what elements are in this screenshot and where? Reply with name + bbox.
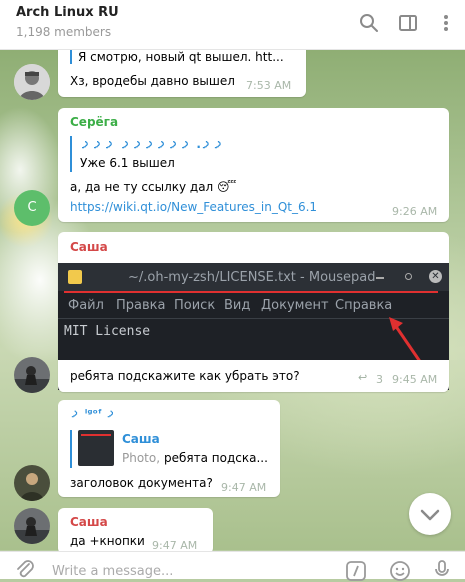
reply-preview-text[interactable]: ребята подска... xyxy=(164,451,268,465)
message-text: заголовок документа? xyxy=(70,476,213,490)
reply-type: Photo, xyxy=(122,451,161,465)
member-count: 1,198 members xyxy=(16,25,112,39)
chevron-down-icon xyxy=(420,509,440,521)
red-underline-annotation xyxy=(64,291,438,293)
message-text: ребята подскажите как убрать это? xyxy=(70,369,300,383)
message-author[interactable]: Саша xyxy=(70,240,108,254)
menu-item: Вид xyxy=(224,298,251,313)
chat-title[interactable]: Arch Linux RU xyxy=(16,5,119,20)
reply-quote-bar xyxy=(70,48,72,64)
notepad-icon xyxy=(68,270,82,284)
message-time: 9:26 AM xyxy=(392,205,438,218)
message-bubble[interactable]: Саша ~/.oh-my-zsh/LICENSE.txt - Mousepad… xyxy=(58,232,449,392)
message-author[interactable]: Серёга xyxy=(70,115,118,129)
message-bubble[interactable]: Саша да +кнопки 9:47 AM xyxy=(58,508,213,554)
avatar[interactable] xyxy=(14,465,50,501)
chat-header: Arch Linux RU 1,198 members xyxy=(0,0,465,50)
more-vertical-icon[interactable] xyxy=(435,12,457,34)
screenshot-window-title: ~/.oh-my-zsh/LICENSE.txt - Mousepad xyxy=(128,270,376,285)
menu-item: Файл xyxy=(68,298,104,313)
message-bubble[interactable]: ࡧ ˡᵍᵒᶠ ࡧ Саша Photo, ребята подска... за… xyxy=(58,400,280,497)
menu-item: Правка xyxy=(116,298,166,313)
scroll-to-bottom-button[interactable] xyxy=(409,493,451,535)
restore-icon xyxy=(405,273,412,280)
message-text: Хз, вродебы давно вышел xyxy=(70,74,235,88)
message-author[interactable]: Саша xyxy=(70,515,108,529)
message-bubble[interactable]: Серёга ࡧࡧ. ࡧࡧࡧࡧࡧࡧ ࡧࡧࡧ Уже 6.1 вышел а, д… xyxy=(58,108,449,222)
reply-quote-bar xyxy=(70,136,72,172)
message-text-area: ребята подскажите как убрать это? ↩ 3 9:… xyxy=(58,360,449,392)
message-text: да +кнопки xyxy=(70,534,145,548)
reply-thumbnail xyxy=(78,430,114,466)
menu-item: Документ xyxy=(261,298,329,313)
minimize-icon xyxy=(376,277,384,279)
reply-arrow-icon[interactable]: ↩ xyxy=(358,371,367,384)
attach-icon[interactable] xyxy=(14,558,36,580)
message-time: 9:45 AM xyxy=(392,373,438,386)
message-author[interactable]: ࡧ ˡᵍᵒᶠ ࡧ xyxy=(70,407,117,420)
search-icon[interactable] xyxy=(358,12,380,34)
avatar[interactable] xyxy=(14,508,50,544)
reply-author[interactable]: ࡧࡧ. ࡧࡧࡧࡧࡧࡧ ࡧࡧࡧ xyxy=(80,137,225,151)
avatar[interactable] xyxy=(14,357,50,393)
avatar-letter: С xyxy=(27,200,37,215)
screenshot-document-text: MIT License xyxy=(64,324,151,339)
message-time: 7:53 AM xyxy=(246,79,292,92)
avatar[interactable]: С xyxy=(14,190,50,226)
message-text: а, да не ту ссылку дал 😴 xyxy=(70,180,237,194)
message-bubble[interactable]: Я смотрю, новый qt вышел. htt... Хз, вро… xyxy=(58,44,306,97)
reply-author[interactable]: Саша xyxy=(122,432,160,446)
sidebar-toggle-icon[interactable] xyxy=(397,12,419,34)
message-input[interactable]: Write a message... xyxy=(52,564,173,579)
close-icon: ✕ xyxy=(429,270,442,283)
reply-count[interactable]: 3 xyxy=(376,373,383,386)
message-composer: Write a message... xyxy=(0,551,465,581)
microphone-icon[interactable] xyxy=(431,559,453,581)
message-link[interactable]: https://wiki.qt.io/New_Features_in_Qt_6.… xyxy=(70,200,317,214)
message-time: 9:47 AM xyxy=(221,481,267,494)
reply-preview-text[interactable]: Я смотрю, новый qt вышел. htt... xyxy=(78,50,284,64)
avatar[interactable] xyxy=(14,64,50,100)
reply-preview-text[interactable]: Уже 6.1 вышел xyxy=(80,156,175,170)
reply-quote-bar xyxy=(70,430,72,468)
menu-item: Поиск xyxy=(174,298,216,313)
